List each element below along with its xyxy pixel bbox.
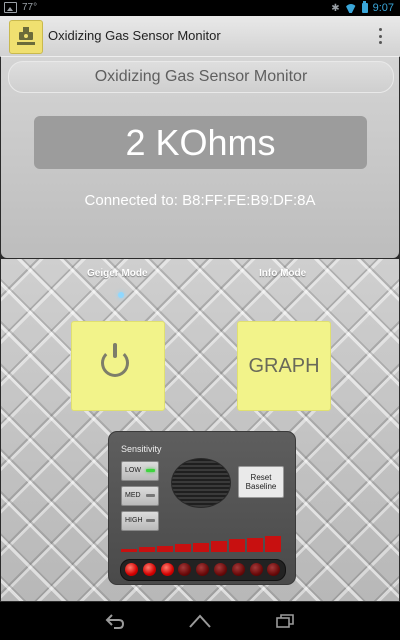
geiger-counter-panel: Sensitivity LOW MED HIGH Reset Baseline (108, 431, 296, 585)
intensity-bar-segment (193, 542, 209, 552)
sensitivity-low-button[interactable]: LOW (121, 461, 159, 481)
control-area: Geiger Mode Info Mode GRAPH Sensitivity … (1, 259, 399, 601)
intensity-bar-segment (139, 547, 155, 552)
action-bar: Oxidizing Gas Sensor Monitor (0, 16, 400, 57)
intensity-bar-segment (175, 544, 191, 552)
led-strip (120, 559, 286, 581)
led-light (231, 563, 245, 576)
sensitivity-high-label: HIGH (125, 517, 143, 524)
led-light (267, 563, 281, 576)
sensitivity-med-button[interactable]: MED (121, 486, 159, 506)
back-icon[interactable] (105, 612, 125, 630)
geiger-app-icon[interactable] (9, 20, 43, 54)
sensitivity-med-indicator (146, 494, 155, 497)
info-mode-label: Info Mode (259, 268, 307, 279)
led-light (160, 563, 174, 576)
sensitivity-label: Sensitivity (121, 444, 162, 454)
image-notification-icon (4, 2, 17, 13)
bluetooth-icon: ✱ (331, 2, 340, 14)
temperature-text: 77° (22, 2, 38, 13)
sensitivity-low-label: LOW (125, 467, 141, 474)
power-icon (101, 343, 129, 377)
sensitivity-high-button[interactable]: HIGH (121, 511, 159, 531)
intensity-bar-segment (211, 541, 227, 552)
battery-icon (361, 1, 368, 13)
intensity-bar-segment (121, 549, 137, 552)
app-title: Oxidizing Gas Sensor Monitor (48, 28, 221, 43)
wifi-icon (345, 4, 357, 13)
resistance-reading: 2 KOhms (34, 116, 367, 169)
led-light (178, 563, 192, 576)
overflow-menu-icon[interactable] (379, 28, 383, 44)
recent-apps-icon[interactable] (276, 614, 294, 628)
led-light (214, 563, 227, 576)
sensitivity-low-indicator (146, 469, 155, 472)
monitor-title: Oxidizing Gas Sensor Monitor (8, 61, 394, 93)
led-light (196, 563, 210, 576)
sensitivity-med-label: MED (125, 492, 141, 499)
monitor-panel: Oxidizing Gas Sensor Monitor 2 KOhms Con… (1, 56, 399, 258)
navigation-bar (0, 602, 400, 640)
status-bar: 77° ✱ 9:07 (0, 0, 400, 16)
intensity-bar-segment (247, 537, 263, 552)
geiger-power-button[interactable] (71, 321, 165, 411)
speaker-grille-icon (171, 458, 231, 508)
clock: 9:07 (372, 2, 394, 14)
reset-baseline-button[interactable]: Reset Baseline (238, 466, 284, 498)
led-light (249, 563, 263, 576)
activity-indicator (118, 292, 124, 298)
led-light (142, 563, 156, 576)
graph-button[interactable]: GRAPH (237, 321, 331, 411)
connection-status: Connected to: B8:FF:FE:B9:DF:8A (84, 192, 316, 209)
graph-button-label: GRAPH (248, 355, 320, 377)
home-icon[interactable] (188, 613, 212, 629)
intensity-bar-graph (121, 536, 283, 552)
sensitivity-high-indicator (146, 519, 155, 522)
intensity-bar-segment (229, 539, 245, 552)
intensity-bar-segment (157, 545, 173, 552)
intensity-bar-segment (265, 536, 281, 552)
led-light (125, 563, 138, 576)
geiger-mode-label: Geiger Mode (87, 268, 148, 279)
